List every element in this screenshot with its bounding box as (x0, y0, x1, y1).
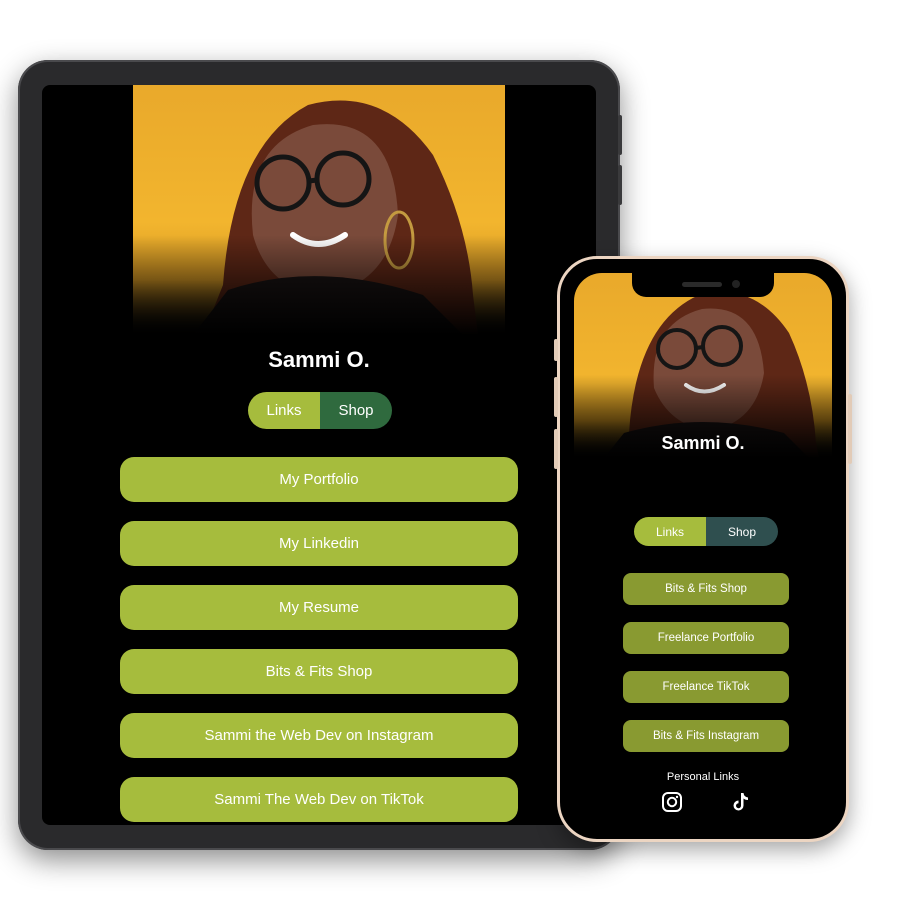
tablet-screen: Sammi O. Links Shop My Portfolio My Link… (42, 85, 596, 825)
speaker-icon (682, 282, 722, 287)
phone-notch (632, 273, 774, 297)
social-icons (661, 791, 751, 815)
tab-shop[interactable]: Shop (706, 517, 778, 546)
profile-photo (133, 85, 505, 335)
phone-side-button (554, 377, 558, 417)
tab-shop[interactable]: Shop (320, 392, 392, 429)
link-button[interactable]: My Resume (120, 585, 518, 630)
tablet-side-button (618, 165, 622, 205)
link-button[interactable]: Bits & Fits Shop (120, 649, 518, 694)
tab-links[interactable]: Links (248, 392, 320, 429)
phone-device: Sammi O. Links Shop Bits & Fits Shop Fre… (554, 256, 852, 842)
phone-screen: Sammi O. Links Shop Bits & Fits Shop Fre… (574, 273, 832, 823)
instagram-icon[interactable] (661, 791, 683, 813)
profile-name: Sammi O. (268, 347, 370, 372)
link-button[interactable]: Sammi The Web Dev on TikTok (120, 777, 518, 822)
phone-side-button (848, 394, 852, 464)
tab-links[interactable]: Links (634, 517, 706, 546)
tablet-side-button (618, 115, 622, 155)
camera-icon (732, 280, 740, 288)
link-button[interactable]: Freelance TikTok (623, 671, 789, 703)
profile-name: Sammi O. (661, 433, 745, 453)
links-shop-toggle: Links Shop (634, 517, 778, 546)
links-shop-toggle: Links Shop (248, 392, 392, 429)
link-button[interactable]: Sammi the Web Dev on Instagram (120, 713, 518, 758)
personal-links-label: Personal Links (666, 771, 740, 783)
link-button[interactable]: Bits & Fits Shop (623, 573, 789, 605)
profile-photo (574, 273, 832, 458)
link-button[interactable]: My Portfolio (120, 457, 518, 502)
tablet-device: Sammi O. Links Shop My Portfolio My Link… (18, 60, 622, 850)
link-button[interactable]: Freelance Portfolio (623, 622, 789, 654)
link-button[interactable]: My Linkedin (120, 521, 518, 566)
link-list: Bits & Fits Shop Freelance Portfolio Fre… (623, 573, 789, 752)
link-button[interactable]: Bits & Fits Instagram (623, 720, 789, 752)
tiktok-icon[interactable] (729, 791, 751, 813)
phone-side-button (554, 429, 558, 469)
phone-side-button (554, 339, 558, 361)
link-list: My Portfolio My Linkedin My Resume Bits … (120, 457, 518, 822)
